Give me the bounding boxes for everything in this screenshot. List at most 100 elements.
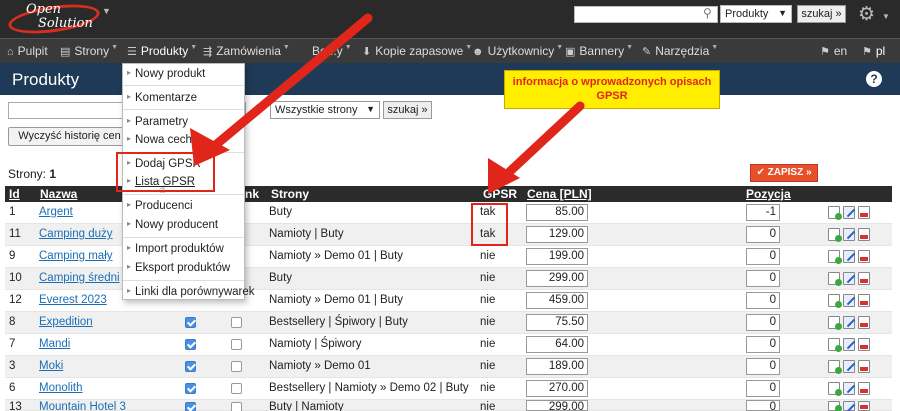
- edit-icon[interactable]: [843, 206, 855, 219]
- edit-icon[interactable]: [843, 250, 855, 263]
- delete-icon[interactable]: [858, 250, 870, 263]
- global-search-input[interactable]: [574, 6, 718, 23]
- pages-filter-select[interactable]: Wszystkie strony ▼: [270, 101, 380, 119]
- nav-item-blogi[interactable]: Bo...y ▼: [312, 44, 352, 58]
- delete-icon[interactable]: [858, 360, 870, 373]
- open-solution-logo[interactable]: Open Solution: [6, 0, 102, 39]
- lang-pl[interactable]: ⚑ pl: [862, 44, 885, 58]
- edit-icon[interactable]: [843, 382, 855, 395]
- delete-icon[interactable]: [858, 206, 870, 219]
- delete-icon[interactable]: [858, 338, 870, 351]
- nav-item-zamowienia[interactable]: ⇶ Zamówienia ▼: [203, 44, 290, 58]
- nav-item-produkty[interactable]: ☰ Produkty ▼: [127, 44, 197, 58]
- menu-item-nowy-producent[interactable]: Nowy producent: [123, 219, 244, 231]
- nav-item-narzedzia[interactable]: ✎ Narzędzia ▼: [642, 44, 718, 58]
- price-input[interactable]: 299.00: [526, 400, 588, 411]
- checkbox-checked[interactable]: [185, 317, 196, 328]
- position-input[interactable]: -1: [746, 204, 780, 221]
- save-button[interactable]: ✔ ZAPISZ »: [750, 164, 818, 182]
- menu-item-import-produktow[interactable]: Import produktów: [123, 243, 244, 255]
- checkbox-checked[interactable]: [185, 361, 196, 372]
- copy-icon[interactable]: [828, 206, 842, 220]
- search-type-select[interactable]: Produkty ▼: [720, 5, 792, 23]
- edit-icon[interactable]: [843, 228, 855, 241]
- nav-item-uzytkownicy[interactable]: ☻ Użytkownicy ▼: [472, 44, 563, 58]
- copy-icon[interactable]: [828, 316, 842, 330]
- cell-name-link[interactable]: Camping mały: [39, 250, 113, 262]
- col-id[interactable]: Id: [9, 187, 20, 201]
- gear-caret-icon[interactable]: ▼: [882, 12, 890, 21]
- col-name[interactable]: Nazwa: [40, 187, 77, 201]
- edit-icon[interactable]: [843, 316, 855, 329]
- position-input[interactable]: 0: [746, 314, 780, 331]
- checkbox-checked[interactable]: [185, 383, 196, 394]
- cell-name-link[interactable]: Expedition: [39, 316, 93, 328]
- price-input[interactable]: 189.00: [526, 358, 588, 375]
- price-input[interactable]: 299.00: [526, 270, 588, 287]
- position-input[interactable]: 0: [746, 226, 780, 243]
- copy-icon[interactable]: [828, 382, 842, 396]
- menu-item-linki-porownywarek[interactable]: Linki dla porównywarek: [123, 286, 255, 298]
- cell-name-link[interactable]: Camping duży: [39, 228, 113, 240]
- cell-name-link[interactable]: Mountain Hotel 3: [39, 401, 126, 411]
- copy-icon[interactable]: [828, 228, 842, 242]
- checkbox-checked[interactable]: [185, 402, 196, 411]
- delete-icon[interactable]: [858, 401, 870, 411]
- cell-name-link[interactable]: Camping średni: [39, 272, 120, 284]
- gear-icon[interactable]: ⚙: [858, 3, 875, 26]
- price-input[interactable]: 75.50: [526, 314, 588, 331]
- menu-item-nowa-cecha[interactable]: Nowa cecha: [123, 134, 244, 146]
- clear-price-history-button[interactable]: Wyczyść historię cen: [8, 127, 131, 146]
- menu-item-nowy-produkt[interactable]: Nowy produkt: [123, 68, 244, 80]
- checkbox-unchecked[interactable]: [231, 402, 242, 411]
- price-input[interactable]: 64.00: [526, 336, 588, 353]
- checkbox-unchecked[interactable]: [231, 317, 242, 328]
- position-input[interactable]: 0: [746, 400, 780, 411]
- global-search-button[interactable]: szukaj »: [797, 5, 846, 23]
- delete-icon[interactable]: [858, 272, 870, 285]
- position-input[interactable]: 0: [746, 270, 780, 287]
- help-icon[interactable]: ?: [866, 71, 882, 87]
- edit-icon[interactable]: [843, 401, 855, 411]
- page-number[interactable]: 1: [49, 167, 56, 181]
- price-input[interactable]: 459.00: [526, 292, 588, 309]
- position-input[interactable]: 0: [746, 292, 780, 309]
- delete-icon[interactable]: [858, 228, 870, 241]
- cell-name-link[interactable]: Monolith: [39, 382, 82, 394]
- cell-name-link[interactable]: Mandi: [39, 338, 70, 350]
- nav-item-kopie-zapasowe[interactable]: ⬇ Kopie zapasowe ▼: [362, 44, 472, 58]
- lang-en[interactable]: ⚑ en: [820, 44, 847, 58]
- edit-icon[interactable]: [843, 294, 855, 307]
- price-input[interactable]: 270.00: [526, 380, 588, 397]
- col-position[interactable]: Pozycja: [746, 187, 791, 201]
- checkbox-unchecked[interactable]: [231, 339, 242, 350]
- edit-icon[interactable]: [843, 272, 855, 285]
- checkbox-unchecked[interactable]: [231, 383, 242, 394]
- col-price[interactable]: Cena [PLN]: [527, 187, 592, 201]
- position-input[interactable]: 0: [746, 358, 780, 375]
- copy-icon[interactable]: [828, 360, 842, 374]
- cell-name-link[interactable]: Everest 2023: [39, 294, 107, 306]
- product-search-button[interactable]: szukaj »: [383, 101, 432, 119]
- checkbox-unchecked[interactable]: [231, 361, 242, 372]
- copy-icon[interactable]: [828, 272, 842, 286]
- position-input[interactable]: 0: [746, 380, 780, 397]
- checkbox-checked[interactable]: [185, 339, 196, 350]
- edit-icon[interactable]: [843, 360, 855, 373]
- cell-name-link[interactable]: Argent: [39, 206, 73, 218]
- menu-item-producenci[interactable]: Producenci: [123, 200, 244, 212]
- cell-name-link[interactable]: Moki: [39, 360, 63, 372]
- copy-icon[interactable]: [828, 401, 842, 411]
- menu-item-eksport-produktow[interactable]: Eksport produktów: [123, 262, 244, 274]
- copy-icon[interactable]: [828, 338, 842, 352]
- position-input[interactable]: 0: [746, 248, 780, 265]
- price-input[interactable]: 85.00: [526, 204, 588, 221]
- delete-icon[interactable]: [858, 294, 870, 307]
- menu-item-komentarze[interactable]: Komentarze: [123, 92, 244, 104]
- copy-icon[interactable]: [828, 250, 842, 264]
- price-input[interactable]: 129.00: [526, 226, 588, 243]
- delete-icon[interactable]: [858, 316, 870, 329]
- logo-caret-icon[interactable]: ▼: [102, 6, 111, 16]
- position-input[interactable]: 0: [746, 336, 780, 353]
- nav-item-strony[interactable]: ▤ Strony ▼: [60, 44, 118, 58]
